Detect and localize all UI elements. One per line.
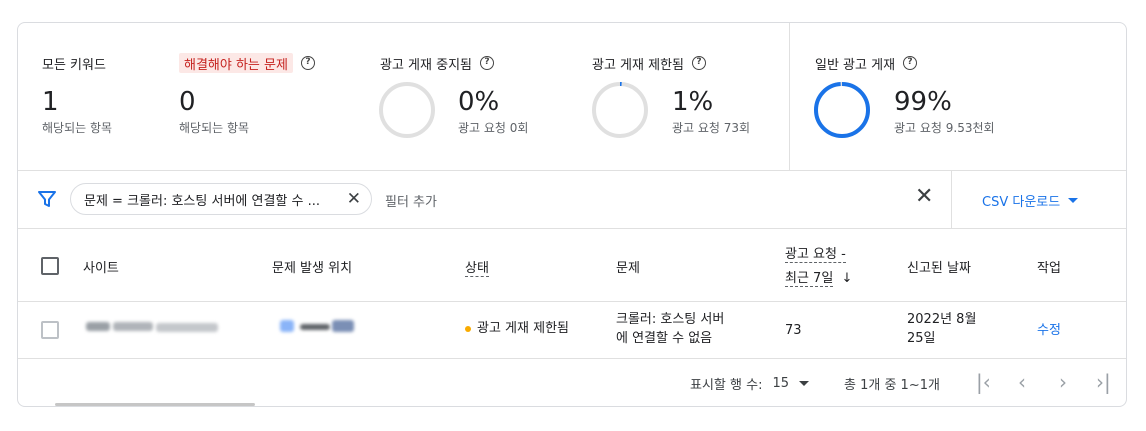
help-icon[interactable]: ? [300, 56, 315, 70]
metric-value: 99% [894, 87, 952, 117]
add-filter-link[interactable]: 필터 추가 [385, 191, 437, 210]
help-icon[interactable]: ? [903, 56, 918, 70]
metric-value: 1% [672, 87, 714, 117]
rows-per-page-value: 15 [772, 376, 789, 391]
date-line2: 25일 [907, 331, 936, 346]
summary-bar: 모든 키워드 1 해당되는 항목 해결해야 하는 문제 ? 0 해당되는 항목 … [18, 23, 1126, 171]
next-page-icon[interactable]: › [1059, 370, 1067, 394]
metric-label: 모든 키워드 [42, 57, 106, 73]
summary-divider [789, 23, 790, 171]
header-issue[interactable]: 문제 [616, 257, 640, 276]
clear-filters-icon[interactable]: ✕ [915, 184, 933, 209]
first-page-icon[interactable]: |‹ [976, 370, 991, 394]
metric-label: 일반 광고 게재 [815, 57, 896, 73]
issue-line2: 에 연결할 수 없음 [616, 331, 713, 346]
caret-down-icon [1068, 198, 1079, 203]
rows-per-page-label: 표시할 행 수: [690, 378, 763, 393]
filter-bar: 문제 = 크롤러: 호스팅 서버에 연결할 수 ... ✕ 필터 추가 ✕ CS… [18, 171, 1126, 229]
header-status-label: 상태 [465, 261, 489, 277]
metric-sub: 해당되는 항목 [179, 121, 250, 135]
csv-download-button[interactable]: CSV 다운로드 [982, 191, 1079, 210]
metric-sub: 광고 요청 9.53천회 [894, 121, 995, 135]
metric-normal-values: 99% 광고 요청 9.53천회 [894, 87, 995, 136]
metric-value: 0% [458, 87, 500, 117]
header-site[interactable]: 사이트 [83, 257, 119, 276]
suspended-ring [378, 81, 436, 139]
header-reported[interactable]: 신고된 날짜 [907, 257, 971, 276]
header-action: 작업 [1037, 261, 1061, 276]
metric-sub: 광고 요청 73회 [672, 121, 751, 135]
metric-suspended[interactable]: 광고 게재 중지됨 ? [380, 53, 494, 73]
metric-label: 광고 게재 제한됨 [592, 57, 684, 73]
filter-chip[interactable]: 문제 = 크롤러: 호스팅 서버에 연결할 수 ... ✕ [70, 183, 372, 215]
select-all-checkbox[interactable] [41, 257, 59, 275]
caret-down-icon [799, 381, 809, 386]
pagination: 표시할 행 수: 15 총 1개 중 1~1개 |‹ ‹ › ›| [18, 359, 1126, 406]
metric-value: 1 [42, 87, 59, 117]
last-page-icon[interactable]: ›| [1096, 370, 1111, 394]
horizontal-scrollbar[interactable] [55, 403, 255, 406]
requests-cell: 73 [785, 323, 802, 338]
rows-per-page[interactable]: 표시할 행 수: 15 [690, 374, 809, 393]
metric-sub: 광고 요청 0회 [458, 121, 529, 135]
normal-ring [813, 81, 871, 139]
table-row[interactable]: 광고 게재 제한됨 크롤러: 호스팅 서버 에 연결할 수 없음 73 2022… [18, 302, 1126, 359]
metric-limited[interactable]: 광고 게재 제한됨 ? [592, 53, 706, 73]
metric-value: 0 [179, 87, 196, 117]
page-count: 총 1개 중 1~1개 [844, 378, 940, 393]
csv-download-label: CSV 다운로드 [982, 195, 1061, 210]
issue-line1: 크롤러: 호스팅 서버 [616, 312, 725, 327]
sort-arrow-icon[interactable]: ↓ [841, 271, 852, 286]
status-label: 광고 게재 제한됨 [477, 321, 569, 336]
date-line1: 2022년 8월 [907, 312, 977, 327]
filter-divider [951, 171, 952, 229]
metric-all-keywords[interactable]: 모든 키워드 1 해당되는 항목 [42, 53, 112, 136]
prev-page-icon[interactable]: ‹ [1018, 370, 1026, 394]
header-requests-line1: 광고 요청 - [785, 247, 846, 263]
table-header: 사이트 문제 발생 위치 상태 문제 광고 요청 - 최근 7일 ↓ 신고된 날… [18, 229, 1126, 302]
metric-issues[interactable]: 해결해야 하는 문제 ? 0 해당되는 항목 [179, 53, 315, 136]
issue-cell: 크롤러: 호스팅 서버 에 연결할 수 없음 [616, 310, 724, 348]
row-checkbox[interactable] [41, 321, 59, 339]
filter-chip-label: 문제 = 크롤러: 호스팅 서버에 연결할 수 ... [84, 193, 320, 209]
edit-link[interactable]: 수정 [1037, 321, 1061, 340]
status-cell: 광고 게재 제한됨 [465, 319, 569, 338]
metric-label: 해결해야 하는 문제 [179, 53, 293, 73]
limited-ring [591, 81, 649, 139]
filter-icon[interactable] [38, 190, 56, 212]
close-icon[interactable]: ✕ [347, 190, 361, 208]
help-icon[interactable]: ? [692, 56, 706, 70]
metric-sub: 해당되는 항목 [42, 121, 113, 135]
reported-cell: 2022년 8월 25일 [907, 310, 976, 348]
metric-limited-values: 1% 광고 요청 73회 [672, 87, 750, 136]
metric-label: 광고 게재 중지됨 [380, 57, 472, 73]
status-dot-icon [465, 325, 471, 332]
header-location[interactable]: 문제 발생 위치 [272, 257, 352, 276]
metric-normal[interactable]: 일반 광고 게재 ? [815, 53, 918, 73]
help-icon[interactable]: ? [480, 56, 494, 70]
header-requests[interactable]: 광고 요청 - 최근 7일 ↓ [785, 243, 852, 291]
metric-suspended-values: 0% 광고 요청 0회 [458, 87, 528, 136]
header-requests-line2: 최근 7일 [785, 271, 834, 287]
issues-card: 모든 키워드 1 해당되는 항목 해결해야 하는 문제 ? 0 해당되는 항목 … [17, 22, 1127, 407]
header-status[interactable]: 상태 [465, 257, 489, 277]
